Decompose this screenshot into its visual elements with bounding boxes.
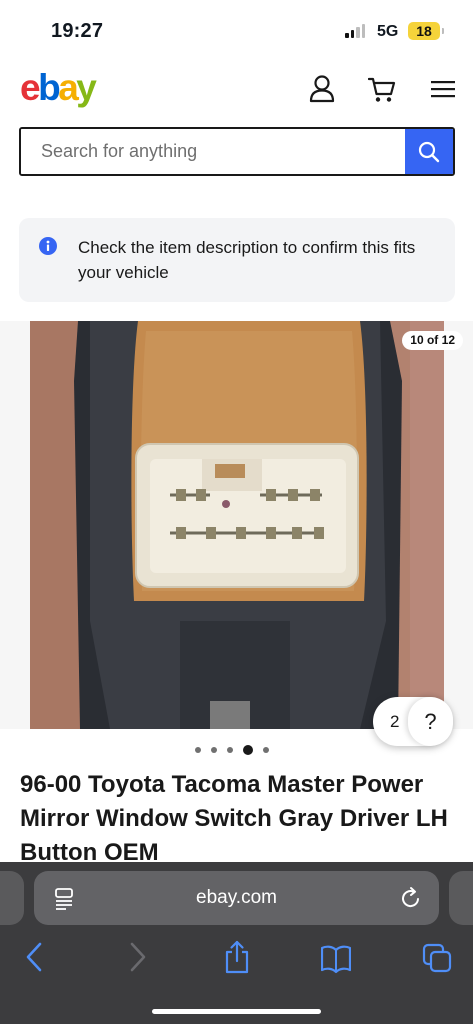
- back-icon[interactable]: [20, 940, 50, 974]
- network-type: 5G: [377, 23, 399, 40]
- address-bar[interactable]: ebay.com: [34, 871, 439, 925]
- search-button[interactable]: [405, 129, 453, 174]
- fitment-notice: Check the item description to confirm th…: [19, 218, 455, 302]
- logo-letter-e: e: [20, 67, 41, 108]
- carousel-dot[interactable]: [226, 747, 233, 753]
- battery-icon: 18: [408, 22, 444, 40]
- signal-icon: [345, 24, 365, 38]
- tabs-icon[interactable]: [422, 940, 452, 974]
- carousel-dot-active[interactable]: [242, 745, 253, 755]
- carousel-dots: [0, 745, 473, 755]
- previous-tab-preview[interactable]: [0, 871, 24, 925]
- image-gallery[interactable]: 10 of 12: [0, 321, 473, 729]
- cart-icon[interactable]: [368, 74, 396, 104]
- search-input[interactable]: [21, 129, 405, 174]
- search-icon: [418, 141, 440, 162]
- share-icon[interactable]: [222, 940, 252, 974]
- navigation-toolbar: [0, 940, 473, 976]
- info-icon: [39, 237, 57, 255]
- carousel-dot[interactable]: [210, 747, 217, 753]
- browser-toolbar: ebay.com: [0, 862, 473, 1024]
- carousel-dot[interactable]: [262, 747, 269, 753]
- logo-letter-b: b: [38, 67, 61, 108]
- listing-title: 96-00 Toyota Tacoma Master Power Mirror …: [20, 771, 448, 866]
- status-time: 19:27: [51, 20, 104, 42]
- reload-icon[interactable]: [400, 886, 422, 910]
- ebay-logo[interactable]: ebay: [20, 67, 97, 108]
- user-icon[interactable]: [308, 74, 336, 104]
- search-bar: [19, 127, 455, 176]
- logo-letter-y: y: [76, 67, 97, 108]
- help-button[interactable]: ?: [408, 697, 453, 746]
- notice-text: Check the item description to confirm th…: [78, 238, 416, 282]
- product-image[interactable]: [30, 321, 444, 729]
- status-bar: 19:27 5G 18: [0, 0, 473, 58]
- carousel-dot[interactable]: [194, 747, 201, 753]
- image-counter: 10 of 12: [402, 331, 463, 350]
- help-count: 2: [390, 712, 400, 731]
- home-indicator: [152, 1009, 321, 1014]
- logo-letter-a: a: [58, 67, 79, 108]
- bookmarks-icon[interactable]: [321, 940, 351, 974]
- hamburger-menu-icon[interactable]: [429, 74, 457, 104]
- address-url: ebay.com: [196, 887, 277, 908]
- help-widget[interactable]: 2 ?: [373, 697, 453, 746]
- next-tab-preview[interactable]: [449, 871, 473, 925]
- forward-icon[interactable]: [122, 940, 152, 974]
